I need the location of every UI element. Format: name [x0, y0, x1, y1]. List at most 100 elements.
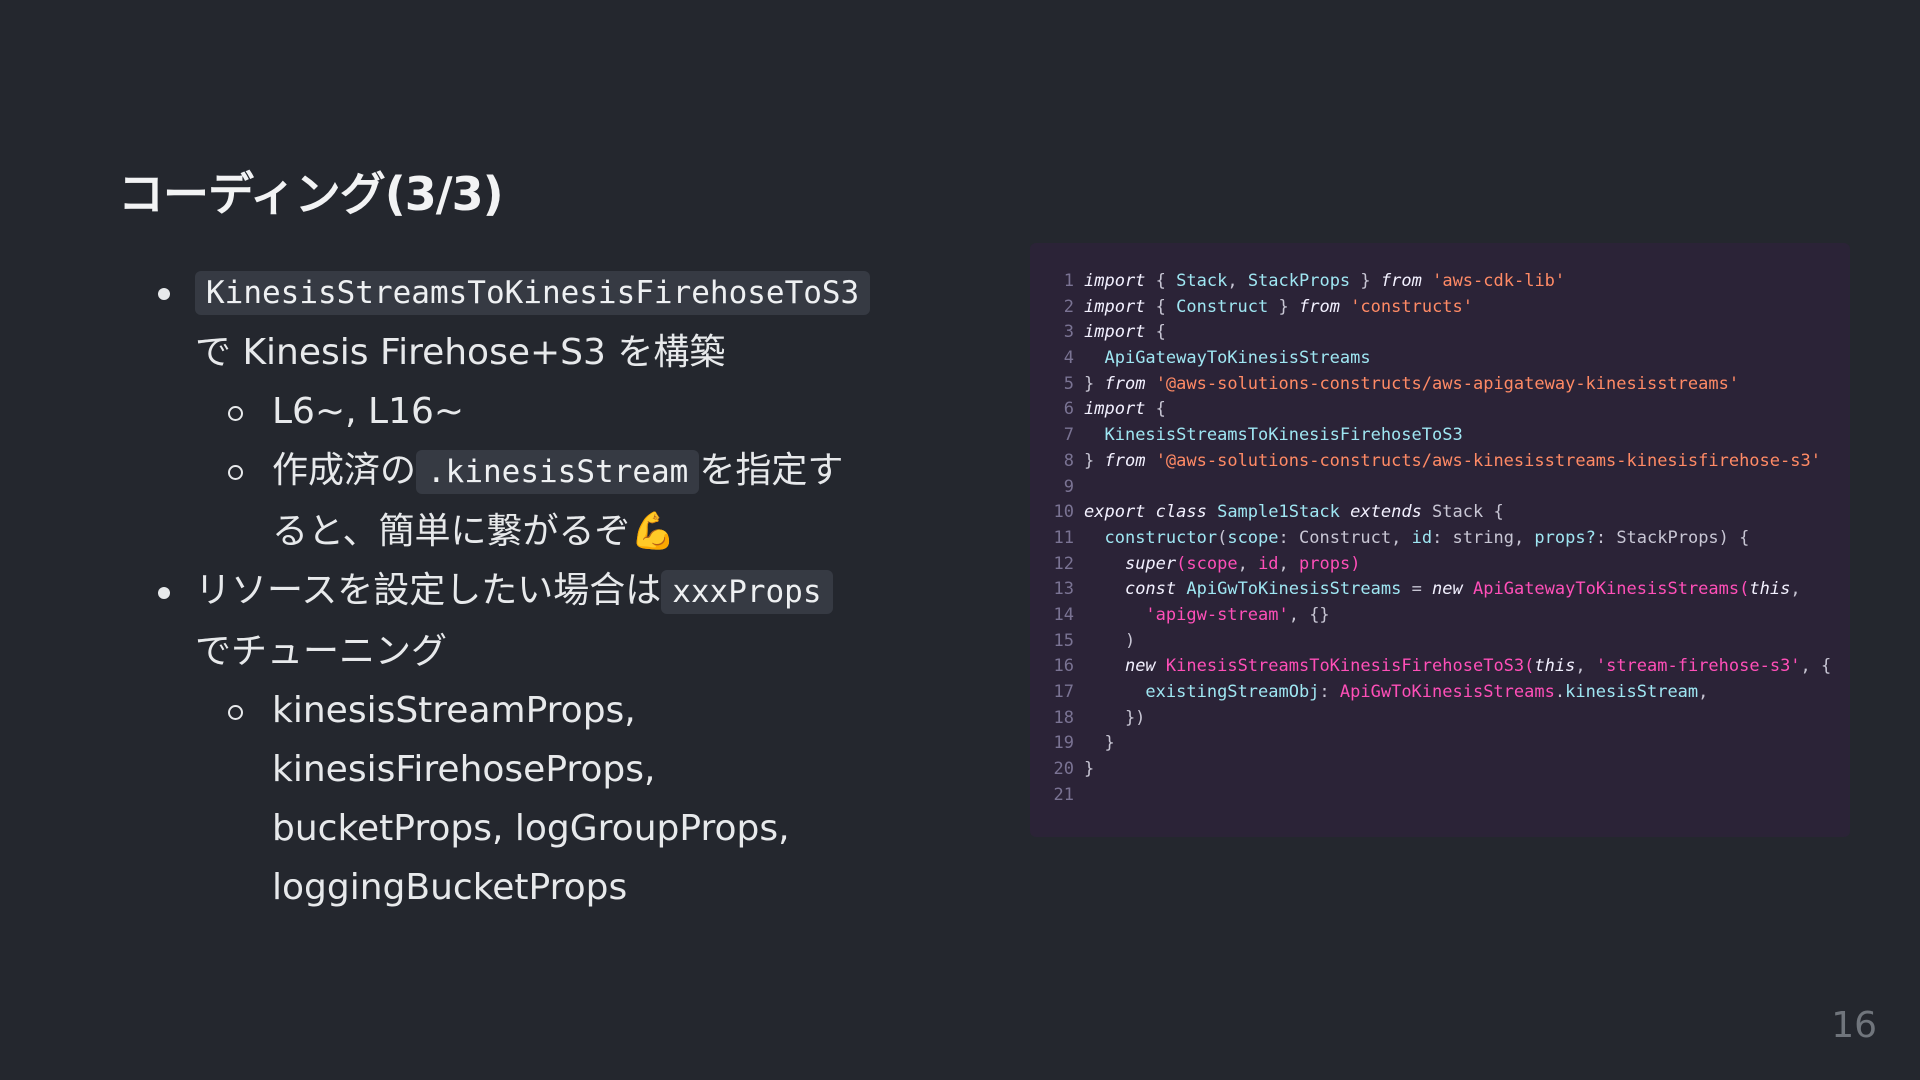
code-line: 18 }): [1030, 706, 1850, 732]
code-token: ,: [1237, 553, 1259, 574]
code-token: (: [1739, 579, 1750, 600]
bullet-item-props: リソースを設定したい場合は xxxProps でチューニング kinesisStre…: [150, 561, 850, 917]
code-line: 21: [1030, 783, 1850, 809]
code-line: 5} from '@aws-solutions-constructs/aws-a…: [1030, 372, 1850, 398]
code-token: ApiGwToKinesisStreams: [1339, 682, 1555, 702]
line-number: 20: [1053, 759, 1074, 780]
code-token: }: [1350, 271, 1381, 291]
code-token: 'constructs': [1350, 296, 1474, 317]
code-token: ApiGwToKinesisStreams: [1186, 579, 1402, 600]
line-number: 8: [1063, 450, 1074, 471]
code-token: (: [1524, 656, 1535, 677]
line-number: 15: [1053, 630, 1074, 651]
code-token: (: [1217, 527, 1228, 548]
code-line: 20}: [1030, 757, 1850, 783]
code-token: id: [1411, 527, 1433, 548]
code-token: existingStreamObj: [1145, 682, 1320, 702]
code-line: 7 KinesisStreamsToKinesisFirehoseToS3: [1030, 423, 1850, 449]
line-number: 9: [1063, 476, 1074, 497]
inline-code-construct: KinesisStreamsToKinesisFirehoseToS3: [195, 271, 871, 315]
code-token: ): [1084, 630, 1136, 651]
code-token: Sample1Stack: [1217, 502, 1340, 523]
code-token: ,: [1790, 579, 1801, 600]
sub-bullet-kinesis-stream: 作成済の .kinesisStream を指定すると、簡単に繋がるぞ💪: [195, 441, 850, 561]
code-token: StackProps: [1247, 271, 1351, 291]
code-token: props: [1299, 553, 1351, 574]
code-token: ApiGatewayToKinesisStreams: [1473, 579, 1740, 600]
code-token: id: [1258, 553, 1279, 574]
flexed-biceps-icon: 💪: [630, 511, 676, 552]
line-number: 6: [1063, 399, 1074, 420]
code-token: from: [1104, 450, 1146, 471]
code-token: {: [1145, 271, 1177, 291]
line-number: 21: [1053, 784, 1074, 805]
code-token: from: [1298, 296, 1340, 317]
code-line: 3 import {: [1030, 320, 1850, 346]
code-line: 2 import { Construct } from 'constructs': [1030, 295, 1850, 321]
code-line: 17 existingStreamObj: ApiGwToKinesisStre…: [1030, 680, 1850, 706]
code-line: 10 export class Sample1Stack extends Stac…: [1030, 500, 1850, 526]
code-token: }: [1084, 733, 1115, 754]
line-number: 18: [1053, 707, 1074, 728]
code-token: '@aws-solutions-constructs/aws-apigatewa…: [1155, 373, 1740, 394]
code-token: new: [1432, 579, 1463, 600]
line-number: 19: [1053, 733, 1074, 754]
slide-title: コーディング(3/3): [118, 167, 504, 221]
line-number: 4: [1063, 348, 1074, 369]
code-token: .: [1554, 682, 1566, 702]
code-token: import: [1084, 271, 1146, 291]
code-token: Construct: [1176, 296, 1269, 317]
code-token: }: [1084, 759, 1095, 780]
props-name: kinesisStreamProps,: [272, 690, 636, 731]
code-token: import: [1084, 296, 1146, 317]
code-line: 13 const ApiGwToKinesisStreams = new Api…: [1030, 577, 1850, 603]
props-name: bucketProps, logGroupProps,: [272, 808, 790, 849]
slide: コーディング(3/3) KinesisStreamsToKinesisFireh…: [0, 0, 1920, 1080]
sub-bullet-text: L6~, L16~: [272, 391, 465, 432]
props-name: kinesisFirehoseProps,: [272, 749, 656, 790]
code-token: new: [1124, 656, 1156, 677]
code-token: {: [1145, 322, 1166, 343]
code-line: 12 super(scope, id, props): [1030, 552, 1850, 578]
code-token: from: [1380, 271, 1422, 291]
code-token: KinesisStreamsToKinesisFirehoseToS3: [1165, 656, 1525, 677]
code-token: , {: [1800, 656, 1832, 677]
line-number: 13: [1053, 579, 1074, 600]
line-number: 1: [1063, 271, 1074, 291]
code-token: import: [1084, 322, 1146, 343]
code-token: 'aws-cdk-lib': [1432, 271, 1566, 291]
code-token: {: [1145, 296, 1177, 317]
line-number: 10: [1053, 502, 1074, 523]
bullet-item-construct: KinesisStreamsToKinesisFirehoseToS3 で Kin…: [150, 262, 871, 561]
code-token: scope: [1227, 527, 1279, 548]
code-token: : string,: [1432, 527, 1535, 548]
code-token: from: [1104, 373, 1146, 394]
line-number: 5: [1063, 373, 1074, 394]
code-token: props?: [1534, 527, 1596, 548]
code-token: : Construct,: [1278, 527, 1412, 548]
code-token: extends: [1350, 502, 1422, 523]
code-token: scope: [1186, 553, 1238, 574]
code-token: super: [1124, 553, 1177, 574]
code-token: KinesisStreamsToKinesisFirehoseToS3: [1104, 425, 1463, 446]
code-line: 15 ): [1030, 629, 1850, 655]
code-token: ,: [1698, 682, 1709, 702]
sub-bullet-lines: L6~, L16~: [195, 382, 850, 441]
code-token: Stack: [1176, 271, 1228, 291]
code-token: }): [1084, 707, 1146, 728]
code-line: 19 }: [1030, 731, 1850, 757]
